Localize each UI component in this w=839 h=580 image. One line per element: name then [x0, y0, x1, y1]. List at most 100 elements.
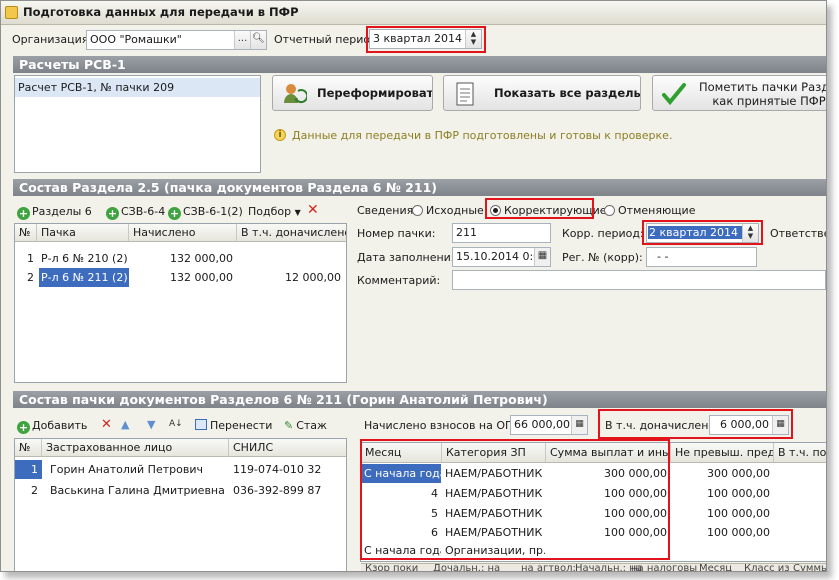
- move-label: Перенести: [210, 419, 273, 432]
- document-icon: [456, 82, 474, 106]
- comment-field[interactable]: [452, 270, 826, 290]
- mark-accepted-line2: как принятые ПФР: [712, 94, 826, 108]
- table-row-num: 2: [27, 271, 34, 284]
- table-row-snils: 036-392-899 87: [233, 484, 322, 497]
- pack-number-label: Номер пачки:: [357, 227, 436, 240]
- show-all-sections-label: Показать все разделы: [494, 86, 641, 100]
- persons-table[interactable]: № Застрахованное лицо СНИЛС 1 Горин Анат…: [14, 438, 347, 571]
- rsv-section-header: Расчеты РСВ-1: [13, 56, 826, 73]
- calendar-icon[interactable]: ▦: [534, 248, 550, 266]
- bottom-tab[interactable]: Класс из: [744, 564, 790, 571]
- col-num-header[interactable]: №: [15, 439, 42, 457]
- col-extra-header[interactable]: В т.ч. доначислено: [237, 224, 346, 242]
- bottom-tab[interactable]: Суммы: [793, 564, 826, 571]
- reg-number-label: Рег. № (корр):: [562, 251, 643, 264]
- pack-number-field[interactable]: 211: [452, 223, 551, 243]
- stazh-label: Стаж: [296, 419, 327, 432]
- rsv-list[interactable]: Расчет РСВ-1, № пачки 209: [14, 75, 261, 173]
- table-row-pack[interactable]: Р-л 6 № 210 (2): [41, 249, 129, 268]
- table-row-pack-selected[interactable]: Р-л 6 № 211 (2): [39, 268, 129, 287]
- col-person-header[interactable]: Застрахованное лицо: [42, 439, 229, 457]
- stazh-button[interactable]: ✎ Стаж: [284, 418, 327, 434]
- podbor-button[interactable]: Подбор ▼: [248, 204, 301, 221]
- detail-row-limit: 100 000,00: [707, 507, 770, 520]
- mark-accepted-label: Пометить пачки Раздела как принятые ПФР: [699, 80, 826, 108]
- table-row-snils: 119-074-010 32: [233, 463, 322, 476]
- sort-icon[interactable]: A↓: [169, 416, 183, 432]
- ops-field[interactable]: 66 000,00 ▦: [510, 415, 588, 435]
- info-icon: i: [274, 129, 286, 141]
- razdely-button[interactable]: + Разделы 6: [17, 204, 92, 220]
- col-snils-header[interactable]: СНИЛС: [229, 439, 346, 457]
- checkmark-icon: [662, 83, 686, 106]
- organization-search-icon[interactable]: 🔍︎: [250, 31, 266, 49]
- move-icon: [195, 419, 207, 430]
- table-row-extra: [237, 249, 341, 268]
- reform-icon: [284, 84, 307, 104]
- col-extra-header[interactable]: В т.ч. по до: [774, 443, 826, 463]
- window-icon: [5, 6, 18, 19]
- table-row-charged: 132 000,00: [170, 252, 233, 265]
- podbor-label: Подбор: [248, 205, 292, 218]
- mark-accepted-line1: Пометить пачки Раздела: [699, 80, 826, 94]
- info-message: Данные для передачи в ПФР подготовлены и…: [292, 129, 673, 142]
- bottom-tab[interactable]: Дочальн.: на: [433, 564, 500, 571]
- table-row-num: 1: [27, 252, 34, 265]
- responsible-label: Ответственн: [770, 227, 826, 240]
- col-charged-header[interactable]: Начислено: [129, 224, 237, 242]
- mark-accepted-button[interactable]: Пометить пачки Раздела как принятые ПФР: [652, 75, 826, 111]
- bottom-tab[interactable]: на агтвол:: [521, 564, 576, 571]
- move-down-icon[interactable]: ▼: [147, 417, 155, 433]
- window-title: Подготовка данных для передачи в ПФР: [23, 5, 299, 19]
- radio-source[interactable]: Исходные: [412, 204, 484, 217]
- reform-button[interactable]: Переформировать: [272, 75, 433, 111]
- move-up-icon[interactable]: ▲: [121, 417, 129, 433]
- move-button[interactable]: Перенести: [195, 418, 272, 434]
- reg-number-field[interactable]: - -: [646, 247, 757, 267]
- szv64-button[interactable]: + СЗВ-6-4: [106, 204, 165, 220]
- highlight-detail: [360, 439, 670, 560]
- bottom-tab[interactable]: Месяц: [699, 564, 732, 571]
- col-limit-header[interactable]: Не превыш. пред...: [671, 443, 774, 463]
- add-button[interactable]: + Добавить: [17, 418, 87, 434]
- bottom-tab[interactable]: на налоговы: [631, 564, 697, 571]
- organization-label: Организация:: [12, 33, 93, 46]
- szv64-label: СЗВ-6-4: [121, 205, 166, 218]
- table-row-num: 2: [31, 484, 38, 497]
- add-icon: +: [17, 207, 30, 220]
- table-row-num-selected: 1: [15, 460, 42, 479]
- delete-icon[interactable]: ✕: [101, 417, 112, 433]
- show-all-sections-button[interactable]: Показать все разделы: [443, 75, 641, 111]
- table-row-charged: 132 000,00: [170, 271, 233, 284]
- fill-date-field[interactable]: 15.10.2014 0:00 ▦: [452, 247, 551, 267]
- radio-circle: [412, 205, 423, 216]
- table-row-person[interactable]: Васькина Галина Дмитриевна: [50, 481, 229, 500]
- pencil-icon: ✎: [284, 419, 294, 432]
- organization-select-button[interactable]: ...: [234, 31, 250, 49]
- col-num-header[interactable]: №: [15, 224, 37, 242]
- section6-header: Состав пачки документов Разделов 6 № 211…: [13, 391, 826, 408]
- ops-value: 66 000,00: [514, 418, 570, 431]
- add-icon: +: [17, 421, 30, 434]
- radio-cancel[interactable]: Отменяющие: [604, 204, 695, 217]
- highlight-corr-period: [642, 220, 763, 245]
- main-window: Подготовка данных для передачи в ПФР Орг…: [0, 0, 827, 572]
- bottom-tab-strip: Кзор поки Дочальн.: на на агтвол: Началь…: [361, 563, 826, 571]
- add-icon: +: [168, 207, 181, 220]
- rsv-list-item[interactable]: Расчет РСВ-1, № пачки 209: [15, 78, 260, 97]
- calculator-icon[interactable]: ▦: [571, 416, 587, 434]
- title-bar: Подготовка данных для передачи в ПФР: [1, 1, 826, 25]
- radio-cancel-label: Отменяющие: [618, 204, 696, 217]
- bottom-tab[interactable]: Кзор поки: [365, 564, 418, 571]
- packs-table[interactable]: № Пачка Начислено В т.ч. доначислено 1 Р…: [14, 223, 347, 383]
- radio-source-label: Исходные: [426, 204, 484, 217]
- table-row-person[interactable]: Горин Анатолий Петрович: [50, 460, 229, 479]
- corr-period-label: Корр. период:: [562, 227, 644, 240]
- detail-row-limit: 100 000,00: [707, 526, 770, 539]
- add-button-label: Добавить: [32, 419, 88, 432]
- organization-field[interactable]: ООО "Ромашки" ... 🔍︎: [86, 30, 267, 50]
- delete-icon[interactable]: ✕: [307, 202, 319, 218]
- szv61-label: СЗВ-6-1(2): [183, 205, 243, 218]
- szv61-button[interactable]: + СЗВ-6-1(2): [168, 204, 243, 220]
- col-pack-header[interactable]: Пачка: [37, 224, 129, 242]
